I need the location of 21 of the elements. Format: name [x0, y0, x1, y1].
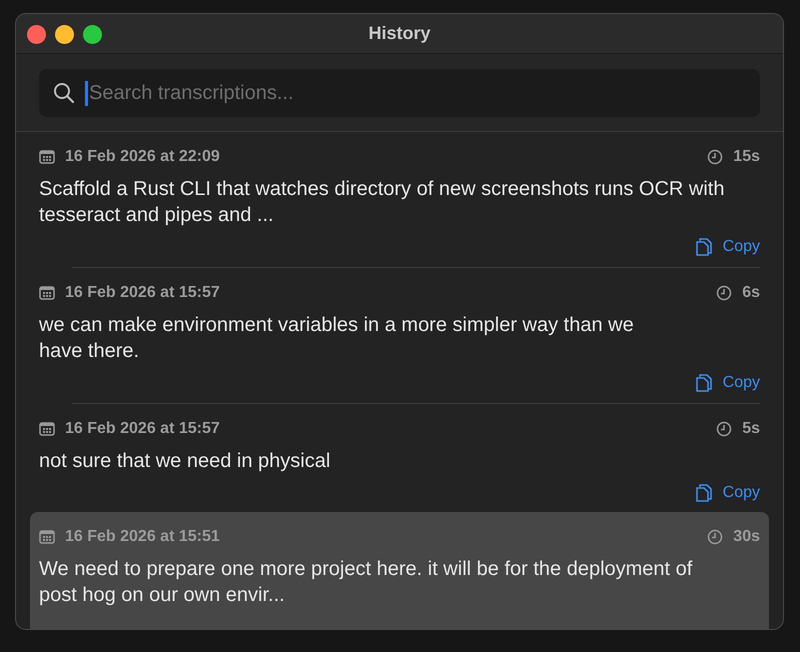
- transcription-text: We need to prepare one more project here. it will be for the deployment of post hog on our own envir...: [39, 557, 694, 608]
- copy-button[interactable]: Copy: [694, 483, 760, 503]
- search-field[interactable]: Search transcriptions...: [39, 69, 760, 117]
- history-entry[interactable]: 16 Feb 2026 at 22:09 15s Scaffold a Rust CLI that watches directory of new screenshots runs OCR with tesseract and pipes and ... Copy: [30, 132, 769, 267]
- history-entry[interactable]: 16 Feb 2026 at 15:51 30s We need to prepare one more project here. it will be for the deployment of post hog on our own envir...: [30, 512, 769, 629]
- entry-duration: 5s: [742, 420, 760, 438]
- copy-button[interactable]: Copy: [694, 237, 760, 257]
- entry-duration: 30s: [733, 528, 760, 546]
- window-title: History: [368, 23, 430, 44]
- transcription-text: not sure that we need in physical: [39, 449, 332, 474]
- entry-date: 16 Feb 2026 at 15:51: [65, 528, 220, 546]
- copy-button[interactable]: Copy: [694, 373, 760, 393]
- history-entry[interactable]: 16 Feb 2026 at 15:57 5s not sure that we need in physical Copy: [30, 404, 769, 513]
- transcription-text: we can make environment variables in a more simpler way than we have there.: [39, 313, 635, 364]
- entry-date: 16 Feb 2026 at 22:09: [65, 148, 220, 166]
- entry-date: 16 Feb 2026 at 15:57: [65, 420, 220, 438]
- transcription-text: Scaffold a Rust CLI that watches directory of new screenshots runs OCR with tesseract and pipes and ...: [39, 177, 726, 228]
- entry-duration: 15s: [733, 148, 760, 166]
- entry-date: 16 Feb 2026 at 15:57: [65, 284, 220, 302]
- history-entry[interactable]: 16 Feb 2026 at 15:57 6s we can make environment variables in a more simpler way than we have there. Copy: [30, 268, 769, 403]
- entry-duration: 6s: [742, 284, 760, 302]
